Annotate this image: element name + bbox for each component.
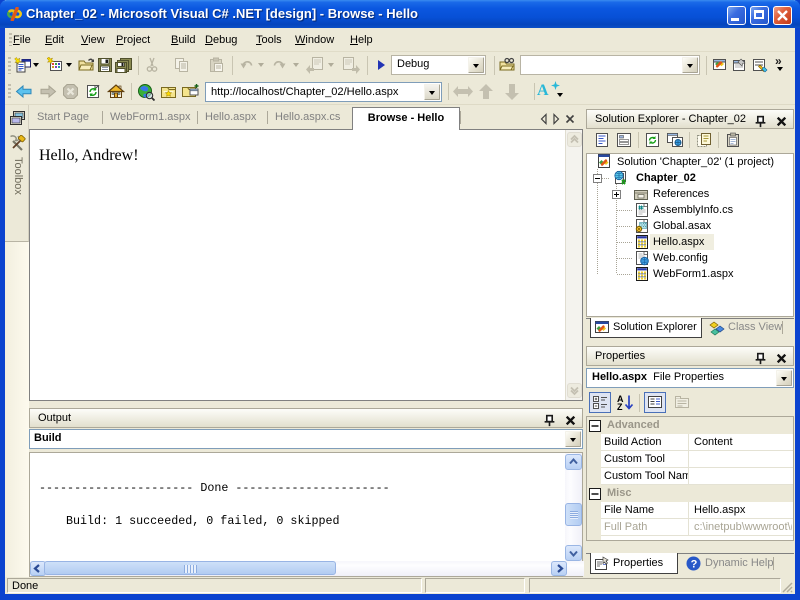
svg-text:Z: Z (617, 402, 623, 411)
svg-text:?: ? (691, 559, 698, 571)
